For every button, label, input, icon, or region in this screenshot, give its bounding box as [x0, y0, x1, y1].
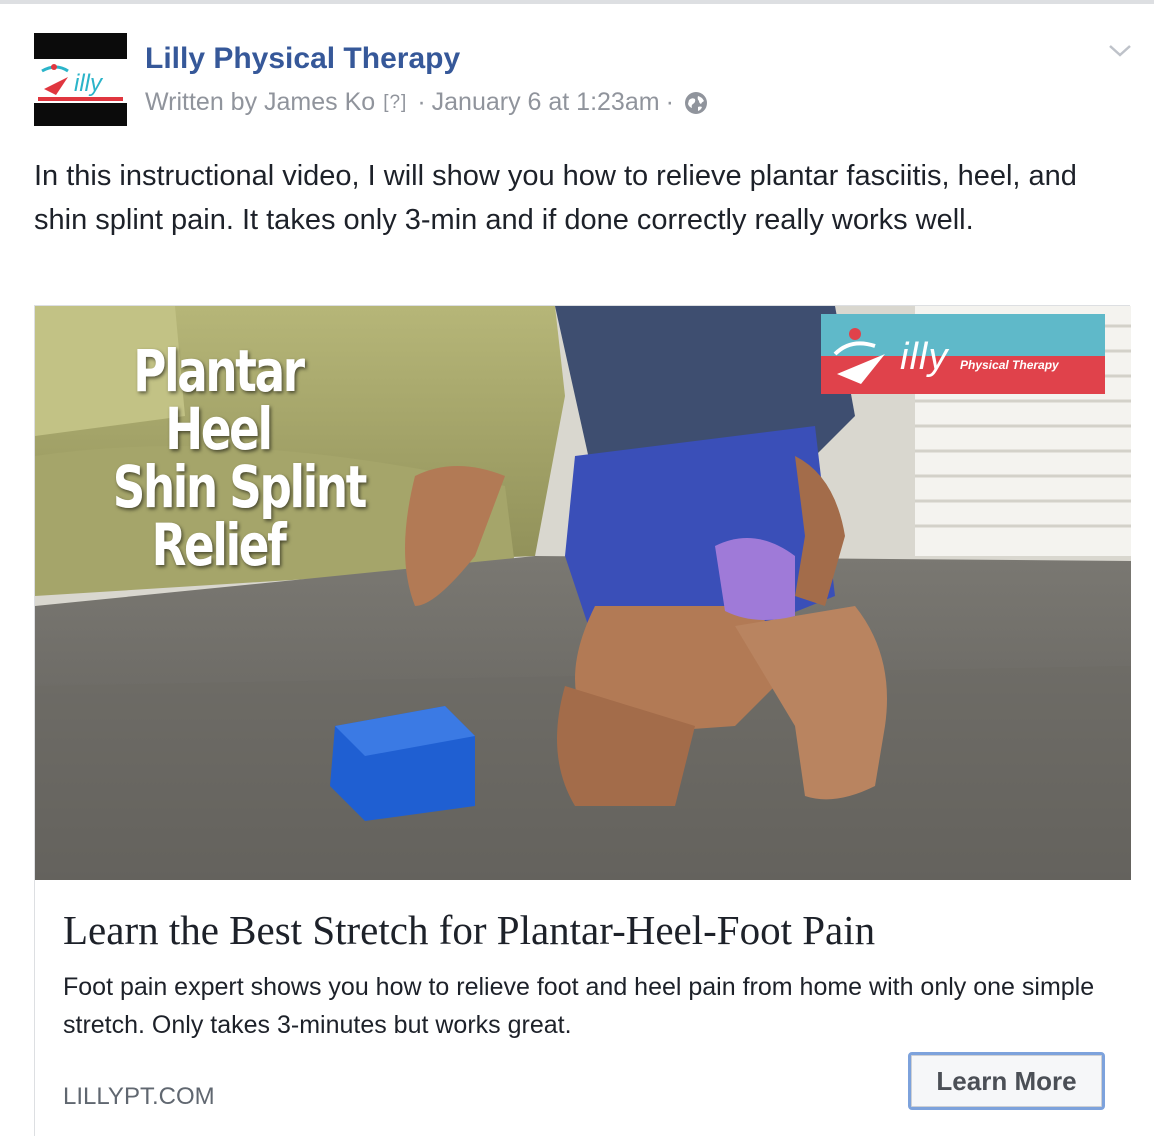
feed-post: illy Lilly Physical Therapy Written by J…: [0, 4, 1154, 1137]
svg-text:illy: illy: [74, 70, 104, 97]
video-thumbnail[interactable]: Plantar Heel Shin Splint Relief illy Phy…: [35, 306, 1131, 880]
page-name-link[interactable]: Lilly Physical Therapy: [145, 42, 460, 76]
overlay-line: Relief: [151, 511, 287, 579]
video-overlay-title: Plantar Heel Shin Splint Relief: [112, 337, 368, 579]
link-attachment[interactable]: Plantar Heel Shin Splint Relief illy Phy…: [34, 305, 1131, 1137]
overlay-line: Heel: [165, 395, 273, 463]
post-meta: Written by James Ko [?] · January 6 at 1…: [145, 88, 708, 117]
meta-separator-2: ·: [665, 88, 674, 116]
brand-logo-banner: [821, 314, 1105, 394]
chevron-down-icon[interactable]: [1107, 42, 1133, 60]
page-avatar[interactable]: illy: [34, 33, 127, 126]
learn-more-button[interactable]: Learn More: [908, 1052, 1105, 1110]
post-message: In this instructional video, I will show…: [34, 160, 1077, 236]
overlay-line: Plantar: [133, 337, 305, 405]
attachment-details[interactable]: Learn the Best Stretch for Plantar-Heel-…: [35, 880, 1131, 1137]
brand-logo-text: illy: [900, 336, 949, 378]
meta-separator: ·: [417, 88, 426, 116]
attachment-domain: LILLYPT.COM: [63, 1083, 215, 1110]
overlay-line: Shin Splint: [112, 453, 368, 521]
post-timestamp[interactable]: January 6 at 1:23am: [432, 88, 660, 117]
author-text: Written by James Ko: [145, 88, 376, 116]
brand-logo-subtext: Physical Therapy: [960, 358, 1059, 372]
help-marker[interactable]: [?]: [383, 92, 407, 114]
attachment-description: Foot pain expert shows you how to reliev…: [63, 973, 1095, 1039]
globe-icon[interactable]: [684, 91, 708, 115]
attachment-headline[interactable]: Learn the Best Stretch for Plantar-Heel-…: [63, 906, 875, 954]
